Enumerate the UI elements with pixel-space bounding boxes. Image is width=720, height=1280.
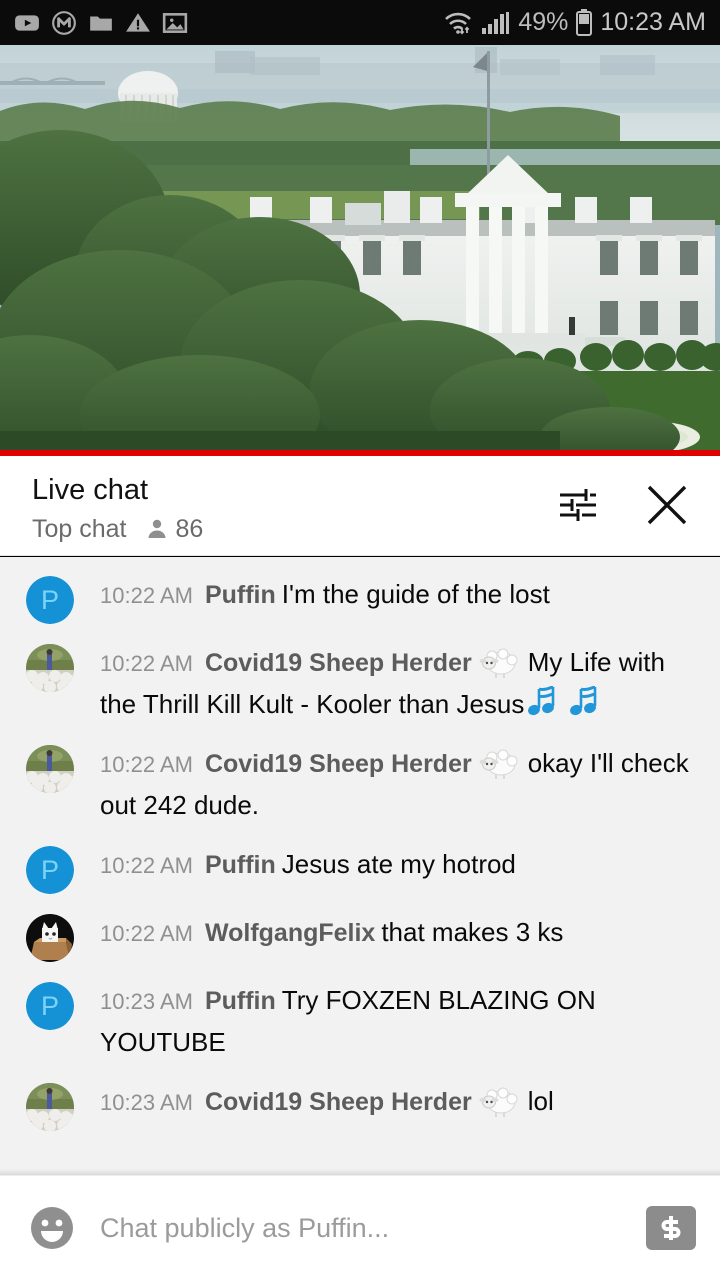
message-timestamp: 10:22 AM [100, 583, 193, 608]
gmail-m-icon [52, 10, 76, 35]
viewer-count-group: 86 [145, 514, 204, 544]
message-text: lol [527, 1086, 554, 1116]
avatar-initial-p: P [26, 576, 74, 624]
message-author[interactable]: Covid19 Sheep Herder [205, 1088, 472, 1116]
emoji-smiley-icon[interactable] [28, 1204, 76, 1252]
avatar[interactable] [26, 745, 74, 793]
chat-title-block: Live chat Top chat 86 [32, 468, 203, 544]
chat-message-body: 10:23 AM Puffin Try FOXZEN BLAZING ON YOUT… [100, 980, 692, 1063]
chat-message[interactable]: 10:22 AM WolfgangFelix that makes 3 ks [0, 903, 720, 971]
chat-mode-label[interactable]: Top chat [32, 514, 127, 544]
message-author[interactable]: Puffin [205, 581, 276, 609]
person-icon [148, 519, 166, 538]
chat-message-body: 10:22 AM Covid19 Sheep Herder My Life wit… [100, 642, 692, 725]
chat-message[interactable]: 10:22 AM Covid19 Sheep Herder okay I'll c… [0, 734, 720, 835]
chat-header-actions [556, 468, 698, 528]
battery-percent-label: 49% [518, 8, 569, 36]
message-timestamp: 10:23 AM [100, 989, 193, 1014]
battery-icon [576, 8, 593, 36]
chat-message[interactable]: P 10:23 AM Puffin Try FOXZEN BLAZING ON YO… [0, 971, 720, 1072]
chat-message[interactable]: 10:23 AM Covid19 Sheep Herder lol [0, 1072, 720, 1140]
cell-signal-icon [482, 11, 510, 34]
status-bar-clock: 10:23 AM [600, 8, 706, 36]
sliders-settings-icon[interactable] [556, 484, 598, 526]
video-frame-whitehouse [0, 45, 720, 455]
message-timestamp: 10:23 AM [100, 1090, 193, 1115]
chat-message-body: 10:22 AM Covid19 Sheep Herder okay I'll c… [100, 743, 692, 826]
chat-message[interactable]: 10:22 AM Covid19 Sheep Herder My Life wit… [0, 633, 720, 734]
chat-message[interactable]: P 10:22 AM Puffin Jesus ate my hotrod [0, 835, 720, 903]
avatar-initial-p: P [26, 982, 74, 1030]
message-author[interactable]: Covid19 Sheep Herder [205, 649, 472, 677]
chat-input-bar [0, 1175, 720, 1280]
avatar[interactable] [26, 1083, 74, 1131]
avatar-photo-sheep-herder [26, 644, 74, 692]
avatar[interactable]: P [26, 846, 74, 894]
avatar[interactable]: P [26, 982, 74, 1030]
message-author[interactable]: Covid19 Sheep Herder [205, 750, 472, 778]
avatar-initial-p: P [26, 846, 74, 894]
chat-message-body: 10:22 AM WolfgangFelix that makes 3 ks [100, 912, 563, 954]
message-timestamp: 10:22 AM [100, 921, 193, 946]
avatar-photo-sheep-herder [26, 745, 74, 793]
avatar[interactable] [26, 914, 74, 962]
chat-message-body: 10:23 AM Covid19 Sheep Herder lol [100, 1081, 554, 1123]
youtube-icon [15, 14, 39, 31]
message-timestamp: 10:22 AM [100, 651, 193, 676]
dollar-superchat-button[interactable] [646, 1206, 696, 1250]
avatar[interactable]: P [26, 576, 74, 624]
folder-icon [90, 16, 112, 31]
musical-notes-emoji [570, 686, 597, 716]
message-text: I'm the guide of the lost [281, 579, 550, 609]
status-bar-left-icons [14, 10, 188, 36]
chat-subline: Top chat 86 [32, 514, 203, 544]
chat-message-body: 10:22 AM Puffin Jesus ate my hotrod [100, 844, 516, 886]
dollar-superchat-icon [661, 1216, 681, 1240]
message-author[interactable]: WolfgangFelix [205, 919, 375, 947]
live-chat-message-list[interactable]: P 10:22 AM Puffin I'm the guide of the los… [0, 557, 720, 1175]
chat-message-body: 10:22 AM Puffin I'm the guide of the lost [100, 574, 550, 616]
message-timestamp: 10:22 AM [100, 752, 193, 777]
message-text: that makes 3 ks [381, 917, 564, 947]
chat-input[interactable] [100, 1212, 632, 1244]
sheep-emoji [479, 749, 518, 779]
video-player[interactable] [0, 45, 720, 455]
warning-triangle-icon [126, 12, 150, 32]
close-icon[interactable] [644, 482, 690, 528]
photo-icon [162, 12, 188, 33]
avatar-photo-cat-in-box [26, 914, 74, 962]
wifi-icon [445, 12, 472, 35]
avatar[interactable] [26, 644, 74, 692]
message-author[interactable]: Puffin [205, 987, 276, 1015]
message-timestamp: 10:22 AM [100, 853, 193, 878]
avatar-photo-sheep-herder [26, 1083, 74, 1131]
chat-message[interactable]: P 10:22 AM Puffin I'm the guide of the los… [0, 565, 720, 633]
viewer-count-label: 86 [175, 514, 204, 543]
status-bar: 49% 10:23 AM [0, 0, 720, 45]
sheep-emoji [479, 648, 518, 678]
musical-notes-emoji [528, 686, 555, 716]
live-chat-header: Live chat Top chat 86 [0, 456, 720, 556]
message-text: Jesus ate my hotrod [281, 849, 516, 879]
message-author[interactable]: Puffin [205, 851, 276, 879]
sheep-emoji [479, 1087, 518, 1117]
status-bar-right-icons: 49% 10:23 AM [442, 8, 706, 37]
page-title: Live chat [32, 474, 149, 506]
